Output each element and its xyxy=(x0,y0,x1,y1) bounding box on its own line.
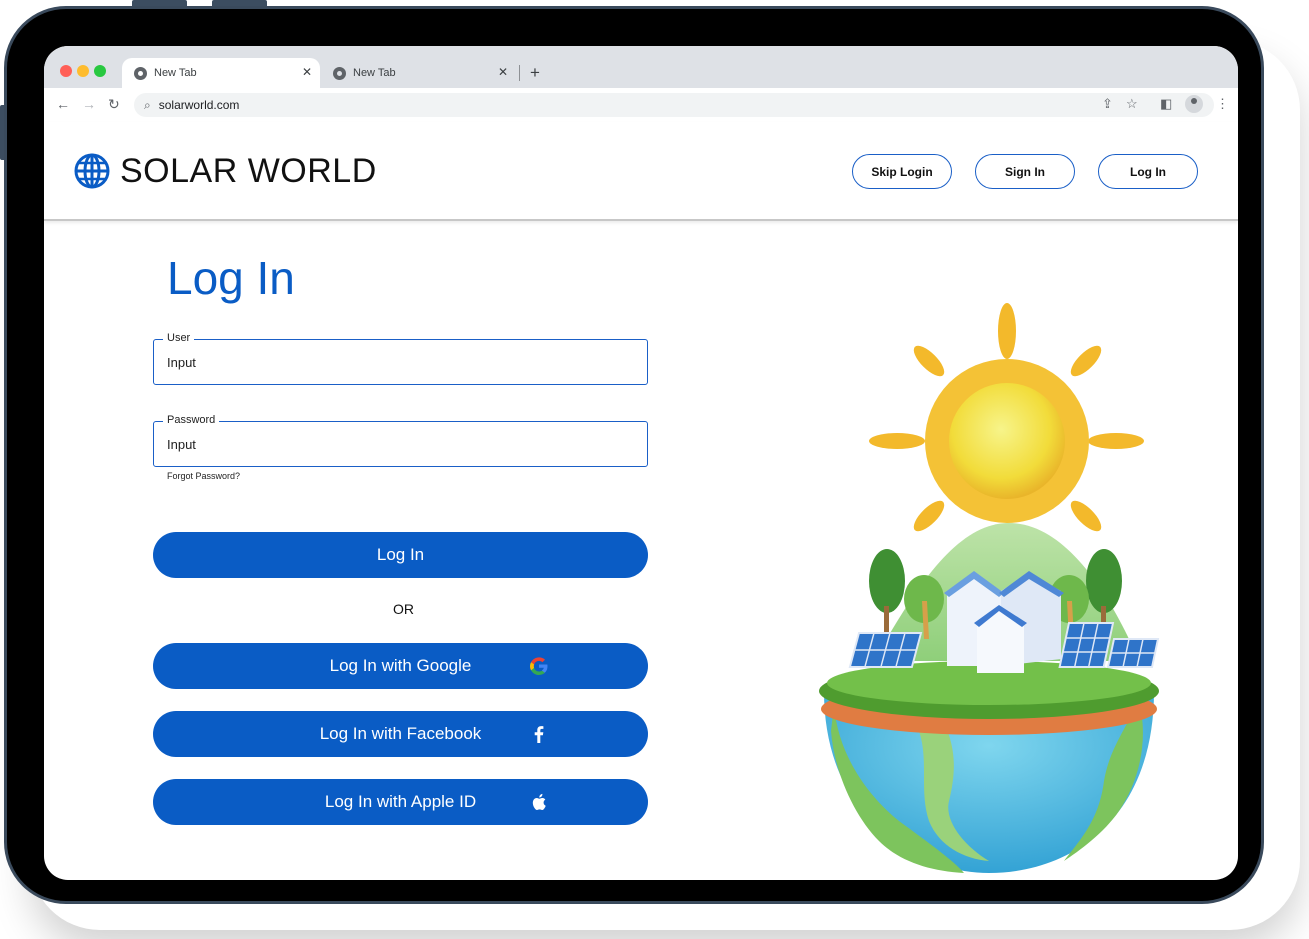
url-text: solarworld.com xyxy=(158,98,240,112)
apple-icon xyxy=(532,793,546,810)
header-log-in-button[interactable]: Log In xyxy=(1098,154,1198,189)
tablet-frame: New Tab ✕ New Tab ✕ + ← → ↻ ⌕ solarworld… xyxy=(4,6,1264,904)
sign-in-button[interactable]: Sign In xyxy=(975,154,1075,189)
facebook-login-label: Log In with Facebook xyxy=(319,724,482,743)
browser-tab-1[interactable]: New Tab ✕ xyxy=(122,58,320,88)
address-bar[interactable]: ⌕ solarworld.com xyxy=(134,93,1214,117)
share-icon[interactable]: ⇪ xyxy=(1102,96,1113,112)
password-field[interactable]: Password Input xyxy=(153,414,648,467)
search-icon: ⌕ xyxy=(144,97,151,112)
password-label: Password xyxy=(163,414,220,426)
window-minimize-dot[interactable] xyxy=(77,65,89,77)
google-login-button[interactable]: Log In with Google xyxy=(153,643,648,689)
log-in-button[interactable]: Log In xyxy=(153,532,648,578)
screen: New Tab ✕ New Tab ✕ + ← → ↻ ⌕ solarworld… xyxy=(44,46,1238,880)
more-menu-icon[interactable]: ⋮ xyxy=(1216,96,1229,112)
close-tab-icon[interactable]: ✕ xyxy=(302,65,312,79)
browser-toolbar: ← → ↻ ⌕ solarworld.com ⇪ ☆ ◧ ⋮ xyxy=(44,88,1238,122)
side-panel-icon[interactable]: ◧ xyxy=(1160,96,1172,112)
google-icon xyxy=(530,657,548,675)
back-arrow-icon[interactable]: ← xyxy=(56,96,70,112)
chrome-favicon-icon xyxy=(134,66,147,80)
skip-login-button[interactable]: Skip Login xyxy=(852,154,952,189)
site-header: SOLAR WORLD Skip Login Sign In Log In xyxy=(44,122,1238,221)
apple-login-button[interactable]: Log In with Apple ID xyxy=(153,779,648,825)
forward-arrow-icon[interactable]: → xyxy=(82,96,96,112)
user-input-value[interactable]: Input xyxy=(167,355,196,370)
new-tab-icon[interactable]: + xyxy=(530,63,540,83)
window-close-dot[interactable] xyxy=(60,65,72,77)
globe-icon xyxy=(74,153,110,189)
user-label: User xyxy=(163,332,195,344)
close-tab-icon[interactable]: ✕ xyxy=(498,65,508,79)
tab-title: New Tab xyxy=(154,67,197,79)
page-title: Log In xyxy=(167,252,295,304)
browser-tab-2[interactable]: New Tab ✕ xyxy=(321,58,516,88)
chrome-favicon-icon xyxy=(333,66,346,80)
forgot-password-link[interactable]: Forgot Password? xyxy=(167,471,240,481)
password-input-value[interactable]: Input xyxy=(167,437,196,452)
facebook-login-button[interactable]: Log In with Facebook xyxy=(153,711,648,757)
profile-avatar-icon[interactable] xyxy=(1185,95,1203,113)
solar-earth-illustration xyxy=(819,303,1160,873)
tab-title: New Tab xyxy=(353,67,396,79)
google-login-label: Log In with Google xyxy=(329,656,472,675)
user-field[interactable]: User Input xyxy=(153,332,648,385)
browser-tabstrip: New Tab ✕ New Tab ✕ + xyxy=(44,46,1238,88)
tab-divider xyxy=(519,65,520,81)
site-logo-text[interactable]: SOLAR WORLD xyxy=(120,152,377,191)
facebook-icon xyxy=(534,726,544,743)
or-divider: OR xyxy=(393,601,414,617)
reload-icon[interactable]: ↻ xyxy=(108,96,120,113)
apple-login-label: Log In with Apple ID xyxy=(324,792,477,811)
bookmark-star-icon[interactable]: ☆ xyxy=(1126,96,1138,112)
window-maximize-dot[interactable] xyxy=(94,65,106,77)
